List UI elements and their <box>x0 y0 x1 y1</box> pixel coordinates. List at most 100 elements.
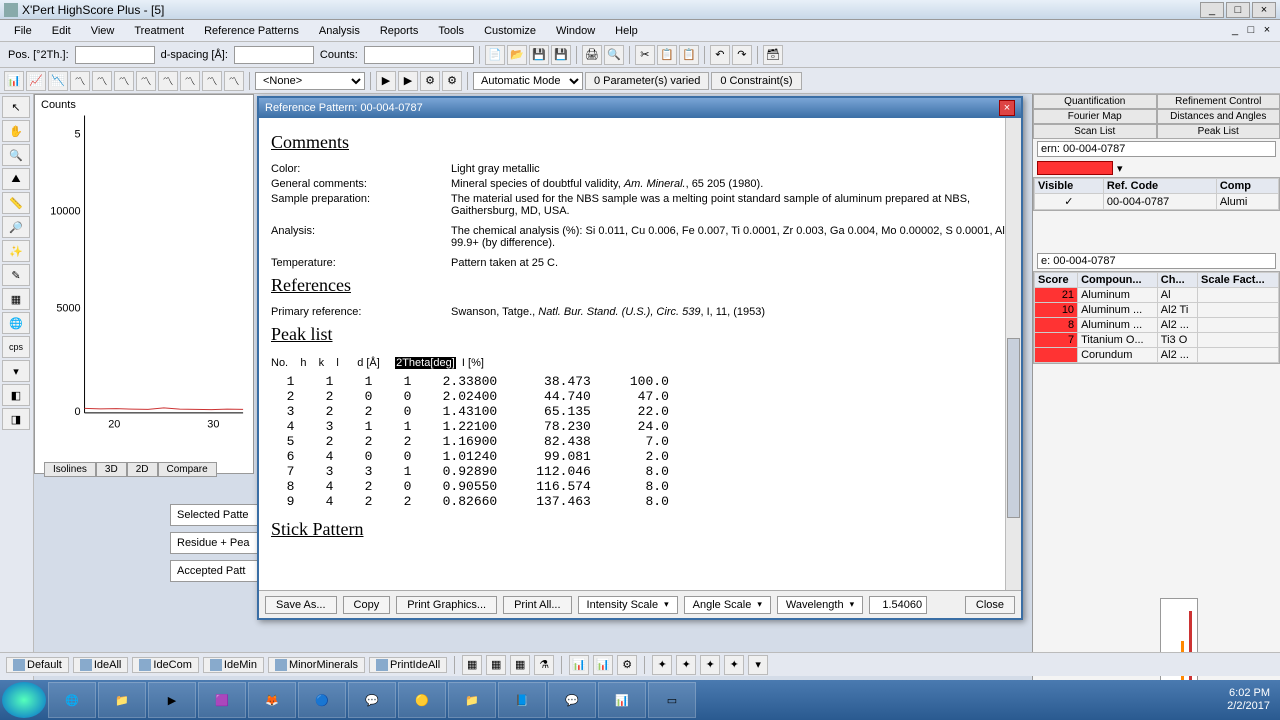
bb-minor[interactable]: MinorMinerals <box>268 657 365 673</box>
bb-idemin[interactable]: IdeMin <box>203 657 264 673</box>
task-word[interactable]: 📘 <box>498 682 546 718</box>
undo-icon[interactable]: ↶ <box>710 45 730 65</box>
counts-input[interactable] <box>364 46 474 64</box>
run3-icon[interactable]: ⚙ <box>420 71 440 91</box>
dialog-close-icon[interactable]: × <box>999 100 1015 116</box>
tab-dist[interactable]: Distances and Angles <box>1157 109 1280 124</box>
bb-icon10[interactable]: ✦ <box>700 655 720 675</box>
angle-scale-dropdown[interactable]: Angle Scale <box>684 596 771 614</box>
minimize-button[interactable]: _ <box>1200 2 1224 18</box>
table-row[interactable]: 8Aluminum ...Al2 ... <box>1035 318 1279 333</box>
run4-icon[interactable]: ⚙ <box>442 71 462 91</box>
save-icon[interactable]: 💾 <box>529 45 549 65</box>
color-swatch[interactable] <box>1037 161 1113 175</box>
run2-icon[interactable]: ▶ <box>398 71 418 91</box>
tab-isolines[interactable]: Isolines <box>44 462 96 477</box>
paste-icon[interactable]: 📋 <box>679 45 699 65</box>
mode-select[interactable]: <None> <box>255 72 365 90</box>
menu-tools[interactable]: Tools <box>430 23 472 39</box>
drop-icon[interactable]: ▾ <box>2 360 30 382</box>
menu-analysis[interactable]: Analysis <box>311 23 368 39</box>
save-as-button[interactable]: Save As... <box>265 596 337 614</box>
intensity-scale-dropdown[interactable]: Intensity Scale <box>578 596 678 614</box>
task-ie[interactable]: 🌐 <box>48 682 96 718</box>
table-row[interactable]: 21AluminumAl <box>1035 288 1279 303</box>
tab-compare[interactable]: Compare <box>158 462 217 477</box>
bb-icon1[interactable]: ▦ <box>462 655 482 675</box>
menu-file[interactable]: File <box>6 23 40 39</box>
chart10-icon[interactable]: 〽 <box>202 71 222 91</box>
chart4-icon[interactable]: 〽 <box>70 71 90 91</box>
table-row[interactable]: 10Aluminum ...Al2 Ti <box>1035 303 1279 318</box>
menu-reports[interactable]: Reports <box>372 23 427 39</box>
start-button[interactable] <box>2 682 46 718</box>
dialog-scrollbar[interactable] <box>1005 118 1021 590</box>
tab-3d[interactable]: 3D <box>96 462 127 477</box>
task-explorer[interactable]: 📁 <box>98 682 146 718</box>
db-icon[interactable]: 🗃 <box>763 45 783 65</box>
scrollbar-thumb[interactable] <box>1007 338 1020 518</box>
zoom-icon[interactable]: 🔍 <box>2 144 30 166</box>
task-chrome[interactable]: 🟡 <box>398 682 446 718</box>
bb-icon12[interactable]: ▾ <box>748 655 768 675</box>
task-firefox[interactable]: 🦊 <box>248 682 296 718</box>
chart11-icon[interactable]: 〽 <box>224 71 244 91</box>
bb-default[interactable]: Default <box>6 657 69 673</box>
task-folder[interactable]: 📁 <box>448 682 496 718</box>
pos-input[interactable] <box>75 46 155 64</box>
chart8-icon[interactable]: 〽 <box>158 71 178 91</box>
print-graphics-button[interactable]: Print Graphics... <box>396 596 497 614</box>
bb-icon6[interactable]: 📊 <box>593 655 613 675</box>
task-highscore[interactable]: 📊 <box>598 682 646 718</box>
bb-icon4[interactable]: ⚗ <box>534 655 554 675</box>
system-tray[interactable]: 6:02 PM 2/2/2017 <box>1219 687 1278 713</box>
new-icon[interactable]: 📄 <box>485 45 505 65</box>
bb-icon7[interactable]: ⚙ <box>617 655 637 675</box>
ref2-field[interactable] <box>1037 253 1276 269</box>
bb-icon9[interactable]: ✦ <box>676 655 696 675</box>
mdi-max-icon[interactable]: □ <box>1244 24 1258 38</box>
pointer-icon[interactable]: ↖ <box>2 96 30 118</box>
bb-ideall[interactable]: IdeAll <box>73 657 129 673</box>
task-app1[interactable]: 🟪 <box>198 682 246 718</box>
table-row[interactable]: CorundumAl2 ... <box>1035 348 1279 363</box>
menu-help[interactable]: Help <box>607 23 646 39</box>
chart2-icon[interactable]: 📈 <box>26 71 46 91</box>
misc2-icon[interactable]: ◨ <box>2 408 30 430</box>
ref-field[interactable] <box>1037 141 1276 157</box>
task-chat[interactable]: 💬 <box>548 682 596 718</box>
tab-peaklist[interactable]: Peak List <box>1157 124 1280 139</box>
peak-icon[interactable]: ⛰ <box>2 168 30 190</box>
menu-view[interactable]: View <box>83 23 123 39</box>
close-button[interactable]: Close <box>965 596 1015 614</box>
bb-printide[interactable]: PrintIdeAll <box>369 657 447 673</box>
chart3-icon[interactable]: 📉 <box>48 71 68 91</box>
menu-refpatterns[interactable]: Reference Patterns <box>196 23 307 39</box>
copy-button[interactable]: Copy <box>343 596 391 614</box>
menu-window[interactable]: Window <box>548 23 603 39</box>
tab-quant[interactable]: Quantification <box>1033 94 1157 109</box>
wavelength-dropdown[interactable]: Wavelength <box>777 596 863 614</box>
print-icon[interactable]: 🖨 <box>582 45 602 65</box>
globe-icon[interactable]: 🌐 <box>2 312 30 334</box>
cps-icon[interactable]: cps <box>2 336 30 358</box>
bb-icon5[interactable]: 📊 <box>569 655 589 675</box>
search-icon[interactable]: 🔎 <box>2 216 30 238</box>
copy-icon[interactable]: 📋 <box>657 45 677 65</box>
tab-refine[interactable]: Refinement Control <box>1157 94 1280 109</box>
measure-icon[interactable]: 📏 <box>2 192 30 214</box>
close-button[interactable]: × <box>1252 2 1276 18</box>
edit-icon[interactable]: ✎ <box>2 264 30 286</box>
cut-icon[interactable]: ✂ <box>635 45 655 65</box>
chart9-icon[interactable]: 〽 <box>180 71 200 91</box>
wavelength-value[interactable] <box>869 596 927 614</box>
bb-icon11[interactable]: ✦ <box>724 655 744 675</box>
open-icon[interactable]: 📂 <box>507 45 527 65</box>
maximize-button[interactable]: □ <box>1226 2 1250 18</box>
saveall-icon[interactable]: 💾 <box>551 45 571 65</box>
tab-fourier[interactable]: Fourier Map <box>1033 109 1157 124</box>
task-misc[interactable]: ▭ <box>648 682 696 718</box>
print-all-button[interactable]: Print All... <box>503 596 571 614</box>
dspacing-input[interactable] <box>234 46 314 64</box>
task-app2[interactable]: 🔵 <box>298 682 346 718</box>
